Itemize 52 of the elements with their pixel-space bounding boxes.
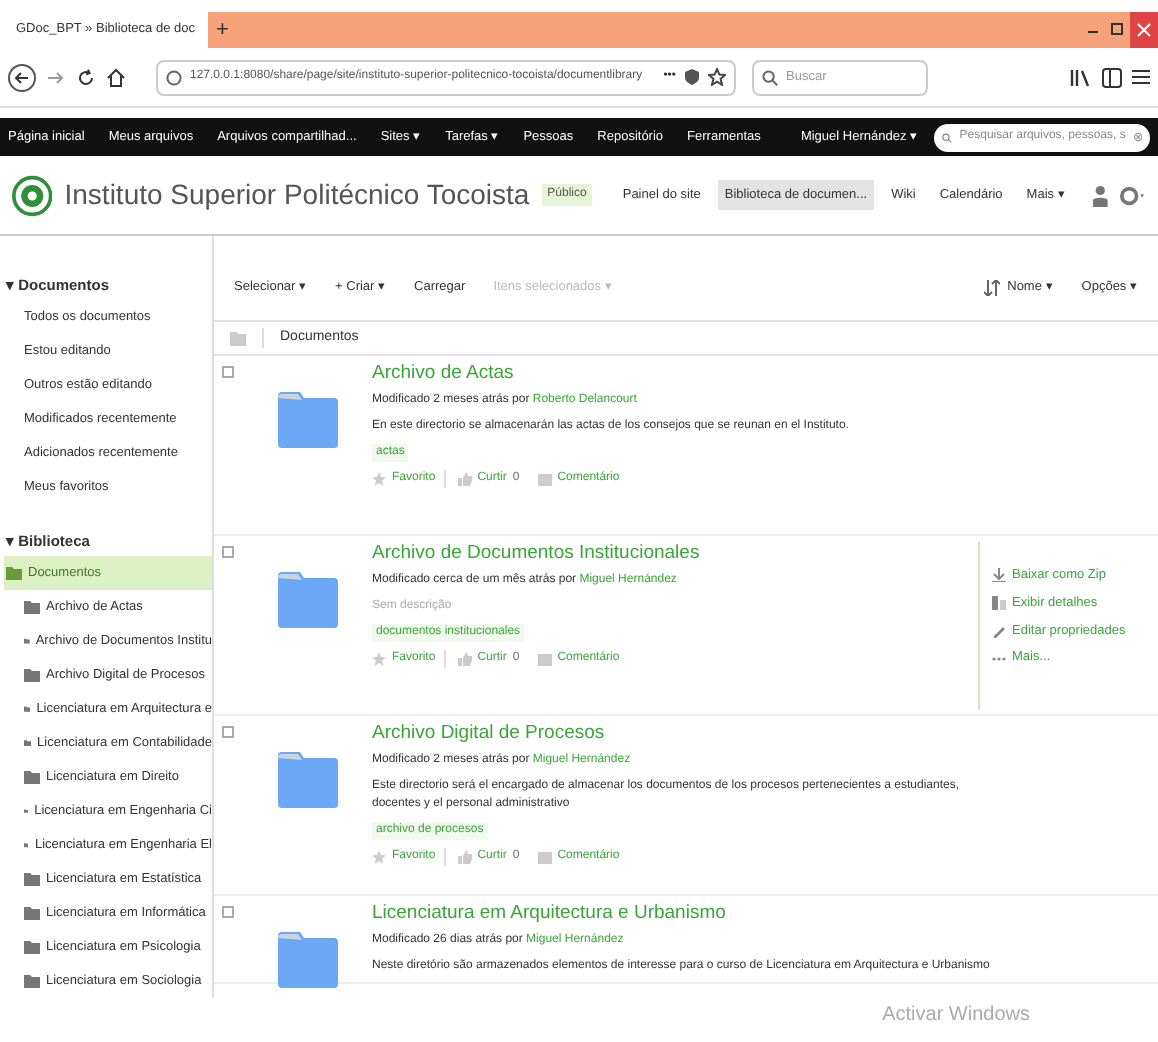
search-icon <box>942 129 952 145</box>
home-icon[interactable] <box>106 67 126 87</box>
info-icon <box>166 69 182 85</box>
folder-icon <box>24 634 30 648</box>
new-tab-button[interactable]: + <box>208 12 237 48</box>
folder-icon <box>24 940 40 954</box>
settings-icon[interactable] <box>1120 183 1146 207</box>
star-icon <box>372 472 386 486</box>
pencil-icon <box>992 623 1006 638</box>
checkbox[interactable] <box>222 906 234 918</box>
download-icon <box>992 568 1006 583</box>
search-icon <box>762 69 778 85</box>
comment-icon <box>537 851 552 863</box>
folder-icon <box>278 932 338 988</box>
folder-icon <box>6 566 22 580</box>
menu-icon[interactable] <box>1132 68 1150 86</box>
folder-icon <box>24 906 40 920</box>
comment-icon <box>537 473 552 485</box>
back-icon[interactable] <box>8 63 36 91</box>
folder-icon <box>278 392 338 448</box>
sort-icon <box>983 280 1000 296</box>
folder-icon <box>24 600 40 614</box>
forward-icon[interactable] <box>46 67 66 87</box>
shield-icon[interactable] <box>684 68 700 86</box>
checkbox[interactable] <box>222 366 234 378</box>
thumbs-up-icon <box>457 850 472 864</box>
close-icon[interactable] <box>1130 12 1158 48</box>
star-icon[interactable] <box>708 68 726 86</box>
sidebar-icon[interactable] <box>1102 67 1122 87</box>
checkbox[interactable] <box>222 726 234 738</box>
reload-icon[interactable] <box>76 67 96 87</box>
star-icon <box>372 850 386 864</box>
folder-icon <box>24 770 40 784</box>
folder-icon <box>24 974 40 988</box>
comment-icon <box>537 653 552 665</box>
clear-icon[interactable] <box>1133 130 1142 144</box>
details-icon <box>992 596 1006 611</box>
thumbs-up-icon <box>457 652 472 666</box>
person-icon[interactable] <box>1091 183 1109 207</box>
site-title: Instituto Superior Politécnico Tocoista <box>64 176 530 214</box>
os-activation-notice: Activar Windows <box>882 1002 1030 1030</box>
folder-icon <box>24 872 40 886</box>
thumbs-up-icon <box>457 472 472 486</box>
folder-icon <box>24 668 40 682</box>
library-icon[interactable] <box>1070 67 1092 87</box>
site-logo-icon <box>12 173 53 217</box>
folder-icon <box>278 752 338 808</box>
folder-icon <box>278 572 338 628</box>
checkbox[interactable] <box>222 546 234 558</box>
folder-icon <box>24 736 32 750</box>
folder-icon <box>24 702 31 716</box>
star-icon <box>372 652 386 666</box>
